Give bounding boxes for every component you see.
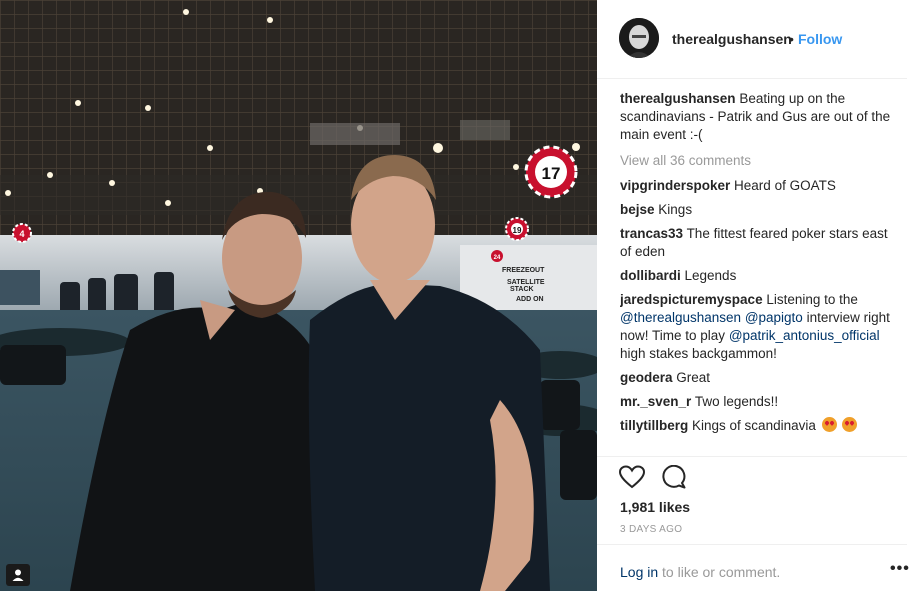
heart-eyes-emoji bbox=[842, 417, 858, 432]
comment-text: high stakes backgammon! bbox=[620, 346, 777, 361]
login-prompt-text: to like or comment. bbox=[662, 564, 781, 580]
comment-username[interactable]: jaredspicturemyspace bbox=[620, 292, 763, 307]
post-photo[interactable]: 17 4 19 24 FREEZEOUT SATELLITE STACK ADD… bbox=[0, 0, 597, 591]
comment-text: Kings of scandinavia bbox=[692, 418, 816, 433]
like-button[interactable] bbox=[618, 465, 646, 489]
heart-eyes-emoji bbox=[821, 417, 837, 432]
comment-username[interactable]: geodera bbox=[620, 370, 673, 385]
comment-text: Kings bbox=[658, 202, 693, 217]
comment-username[interactable]: tillytillberg bbox=[620, 418, 688, 433]
login-link[interactable]: Log in bbox=[620, 564, 658, 580]
comment: bejse Kings bbox=[620, 201, 900, 219]
comment: dollibardi Legends bbox=[620, 267, 900, 285]
sign-4-label: 4 bbox=[19, 229, 24, 239]
comment: geodera Great bbox=[620, 369, 900, 387]
comments-section[interactable]: therealgushansen Beating up on the scand… bbox=[620, 90, 900, 456]
follow-button[interactable]: Follow bbox=[798, 31, 842, 47]
login-prompt: Log in to like or comment. bbox=[620, 564, 780, 580]
header-separator: • bbox=[789, 31, 794, 47]
board-line-1: FREEZEOUT bbox=[502, 267, 545, 274]
comment-text: Two legends!! bbox=[694, 394, 779, 409]
comment-username[interactable]: dollibardi bbox=[620, 268, 681, 283]
sign-17-label: 17 bbox=[542, 164, 561, 183]
heart-icon bbox=[618, 465, 646, 489]
comment: vipgrinderspoker Heard of GOATS bbox=[620, 177, 900, 195]
likes-count[interactable]: 1,981 likes bbox=[620, 499, 690, 515]
avatar[interactable] bbox=[619, 18, 659, 58]
comment: jaredspicturemyspace Listening to the @t… bbox=[620, 291, 900, 363]
mention-link[interactable]: @papigto bbox=[745, 310, 803, 325]
board-line-2: SATELLITE bbox=[507, 279, 545, 286]
board-line-3: STACK bbox=[510, 286, 534, 293]
comment: mr._sven_r Two legends!! bbox=[620, 393, 900, 411]
user-tag-icon bbox=[12, 569, 24, 581]
comment-text: Heard of GOATS bbox=[734, 178, 836, 193]
mention-link[interactable]: @patrik_antonius_official bbox=[729, 328, 880, 343]
caption: therealgushansen Beating up on the scand… bbox=[620, 90, 900, 144]
sign-24-label: 24 bbox=[494, 255, 501, 261]
casino-scene: 17 4 19 24 FREEZEOUT SATELLITE STACK ADD… bbox=[0, 0, 597, 591]
comment: tillytillberg Kings of scandinavia bbox=[620, 417, 900, 435]
post-age[interactable]: 3 DAYS AGO bbox=[620, 524, 682, 535]
post-username[interactable]: therealgushansen bbox=[672, 31, 792, 47]
post-side-panel: therealgushansen • Follow therealgushans… bbox=[597, 0, 914, 591]
divider bbox=[597, 456, 907, 457]
comment-text: Listening to the bbox=[766, 292, 858, 307]
user-tag-button[interactable] bbox=[6, 564, 30, 586]
caption-username[interactable]: therealgushansen bbox=[620, 91, 736, 106]
comment-username[interactable]: trancas33 bbox=[620, 226, 683, 241]
post-header: therealgushansen • Follow bbox=[597, 0, 907, 79]
comment-username[interactable]: vipgrinderspoker bbox=[620, 178, 730, 193]
view-all-comments-link[interactable]: View all 36 comments bbox=[620, 152, 900, 170]
comment-text: Great bbox=[676, 370, 711, 385]
more-options-icon[interactable]: ••• bbox=[890, 560, 910, 578]
comment: trancas33 The fittest feared poker stars… bbox=[620, 225, 900, 261]
comment-text: Legends bbox=[684, 268, 737, 283]
mention-link[interactable]: @therealgushansen bbox=[620, 310, 741, 325]
board-line-4: ADD ON bbox=[516, 296, 544, 303]
divider bbox=[597, 544, 907, 545]
sign-19-label: 19 bbox=[513, 226, 522, 235]
comment-icon bbox=[662, 464, 686, 489]
comment-username[interactable]: bejse bbox=[620, 202, 655, 217]
comment-username[interactable]: mr._sven_r bbox=[620, 394, 691, 409]
comment-button[interactable] bbox=[661, 464, 687, 489]
